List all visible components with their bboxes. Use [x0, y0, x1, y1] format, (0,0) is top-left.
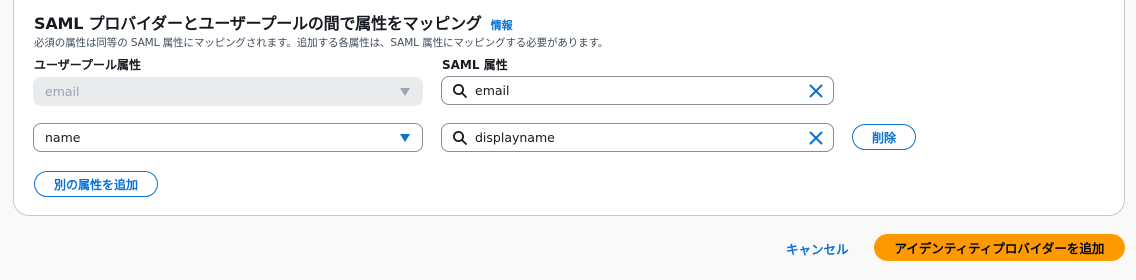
section-description: 必須の属性は同等の SAML 属性にマッピングされます。追加する各属性は、SAM…: [34, 37, 609, 49]
saml-attribute-value: email: [475, 83, 510, 98]
search-icon: [453, 131, 467, 145]
info-link[interactable]: 情報: [491, 17, 513, 33]
saml-attribute-input-displayname[interactable]: displayname: [441, 123, 834, 152]
close-icon[interactable]: [809, 131, 823, 145]
saml-attribute-label: SAML 属性: [442, 58, 508, 72]
saml-attribute-value: displayname: [475, 130, 555, 145]
caret-down-icon: [400, 134, 410, 142]
cancel-button[interactable]: キャンセル: [786, 239, 849, 258]
remove-mapping-button[interactable]: 削除: [852, 124, 916, 150]
add-attribute-button[interactable]: 別の属性を追加: [34, 171, 158, 197]
search-icon: [453, 84, 467, 98]
saml-attribute-input-email[interactable]: email: [441, 76, 834, 105]
user-pool-attribute-select-email: email: [33, 77, 423, 106]
attribute-mapping-panel: SAML プロバイダーとユーザープールの間で属性をマッピング 情報 必須の属性は…: [13, 0, 1125, 216]
user-pool-attribute-select-name[interactable]: name: [33, 123, 423, 152]
select-value: email: [45, 84, 80, 99]
select-value: name: [45, 130, 81, 145]
section-header: SAML プロバイダーとユーザープールの間で属性をマッピング 情報: [34, 10, 513, 34]
close-icon[interactable]: [809, 84, 823, 98]
add-identity-provider-button[interactable]: アイデンティティプロバイダーを追加: [874, 234, 1125, 261]
section-title: SAML プロバイダーとユーザープールの間で属性をマッピング: [34, 14, 482, 33]
caret-down-icon: [400, 88, 410, 96]
user-pool-attribute-label: ユーザープール属性: [34, 58, 142, 72]
